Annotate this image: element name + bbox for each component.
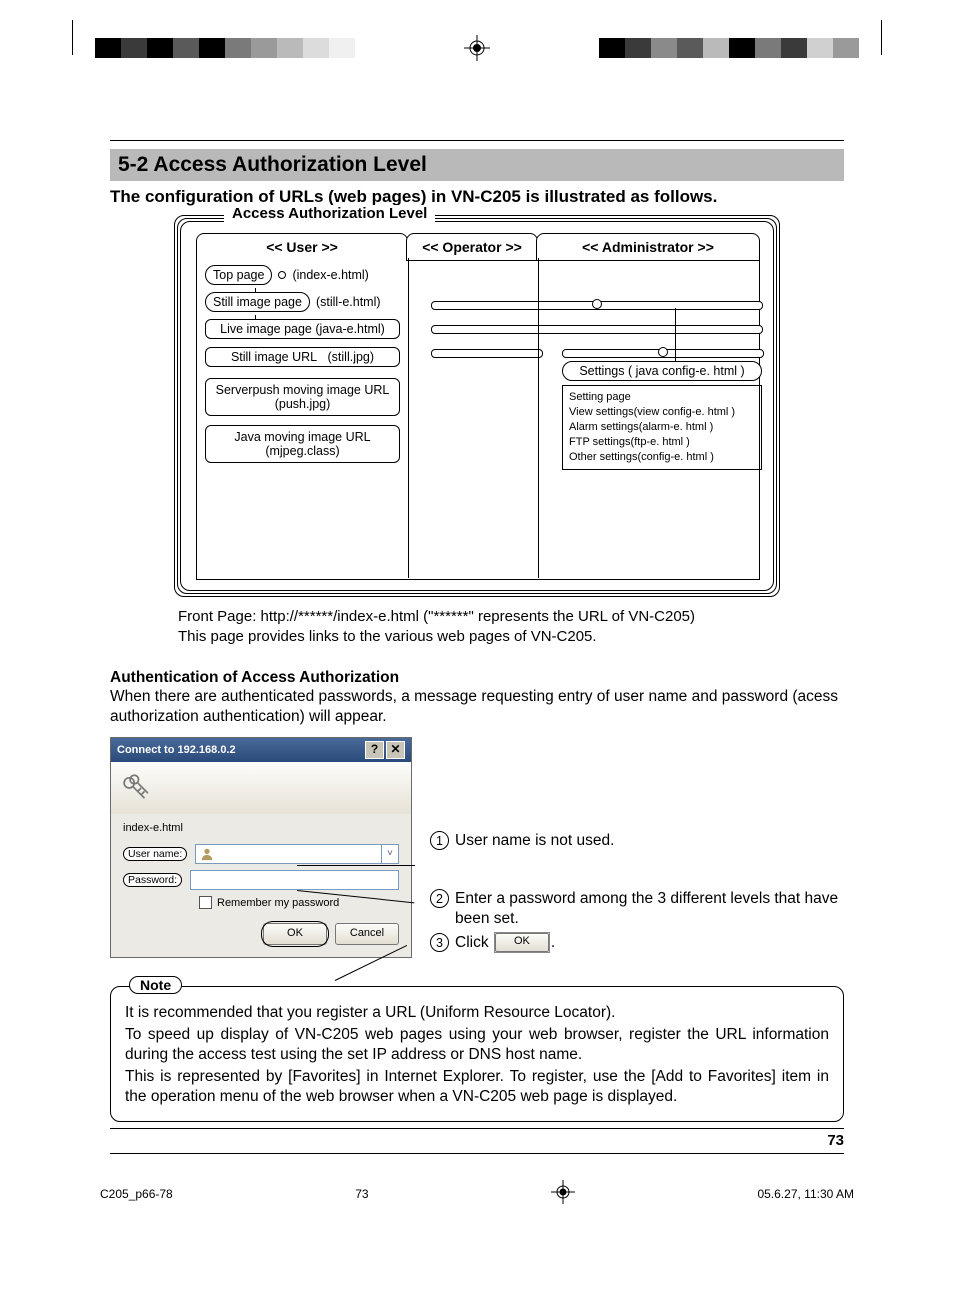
- avatar-icon: [200, 847, 214, 861]
- print-marks-top: [110, 20, 844, 60]
- tab-administrator: << Administrator >>: [536, 233, 760, 261]
- pill-still-url: Still image URL (still.jpg): [205, 347, 400, 367]
- tab-user: << User >>: [196, 233, 408, 260]
- note-paragraph: It is recommended that you register a UR…: [125, 1003, 829, 1023]
- dialog-titlebar: Connect to 192.168.0.2 ? ✕: [111, 738, 411, 762]
- auth-bar: [562, 349, 764, 358]
- label: Still image URL: [231, 350, 317, 364]
- admin-settings-list: Setting page View settings(view config-e…: [562, 385, 762, 470]
- diagram-title: Access Authorization Level: [224, 205, 435, 222]
- pill-still-page: Still image page: [205, 292, 310, 312]
- note-paragraph: This is represented by [Favorites] in In…: [125, 1067, 829, 1107]
- caption-line: Front Page: http://******/index-e.html (…: [178, 607, 844, 627]
- diagram-body: Top page (index-e.html) Still image page…: [196, 258, 760, 580]
- annotation-1: 1 User name is not used.: [430, 831, 844, 851]
- registration-mark-icon: [551, 1180, 575, 1207]
- admin-column-items: Settings ( java config-e. html ) Setting…: [562, 361, 762, 470]
- connector-line: [675, 308, 676, 361]
- tab-operator: << Operator >>: [406, 233, 538, 261]
- user-column-items: Top page (index-e.html) Still image page…: [205, 265, 400, 468]
- password-label: Password:: [123, 873, 182, 887]
- pill-settings: Settings ( java config-e. html ): [562, 361, 762, 381]
- auth-dialog: Connect to 192.168.0.2 ? ✕ index-e.html …: [110, 737, 412, 958]
- username-input[interactable]: ˅: [195, 844, 399, 864]
- trim-mark: [881, 20, 882, 55]
- list-item: Alarm settings(alarm-e. html ): [569, 420, 755, 435]
- annotation-2: 2 Enter a password among the 3 different…: [430, 889, 844, 929]
- intro-text: The configuration of URLs (web pages) in…: [110, 187, 844, 207]
- help-button[interactable]: ?: [365, 741, 384, 759]
- inline-ok-button: OK: [495, 933, 549, 952]
- url-text: (still-e.html): [316, 295, 381, 309]
- dialog-banner: [111, 762, 411, 814]
- top-rule: [110, 140, 844, 141]
- chevron-down-icon[interactable]: ˅: [381, 845, 398, 863]
- section-header: 5-2 Access Authorization Level: [110, 149, 844, 181]
- page: 5-2 Access Authorization Level The confi…: [0, 0, 954, 1247]
- front-page-caption: Front Page: http://******/index-e.html (…: [178, 607, 844, 647]
- remember-label: Remember my password: [217, 897, 339, 909]
- dialog-buttons: OK Cancel: [123, 923, 399, 945]
- annotation-text: Click OK.: [455, 933, 555, 953]
- color-bar-right: [599, 38, 859, 58]
- list-item: Other settings(config-e. html ): [569, 450, 755, 465]
- leader-line: [297, 865, 415, 866]
- dialog-realm: index-e.html: [123, 822, 399, 834]
- pill-java-url: Java moving image URL (mjpeg.class): [205, 425, 400, 463]
- annotation-text: Enter a password among the 3 different l…: [455, 889, 844, 929]
- registration-mark-icon: [464, 35, 490, 61]
- pill-live-page: Live image page (java-e.html): [205, 319, 400, 339]
- print-footer: C205_p66-78 73 05.6.27, 11:30 AM: [100, 1180, 854, 1207]
- bottom-rule: [110, 1153, 844, 1154]
- annotations: 1 User name is not used. 2 Enter a passw…: [430, 737, 844, 957]
- pill-top-page: Top page: [205, 265, 272, 285]
- pill-serverpush: Serverpush moving image URL (push.jpg): [205, 378, 400, 416]
- step-3-icon: 3: [430, 933, 449, 952]
- annotation-text: User name is not used.: [455, 831, 614, 851]
- note-box: Note It is recommended that you register…: [110, 986, 844, 1122]
- dialog-body: index-e.html User name: ˅ Password: Reme…: [111, 814, 411, 957]
- auth-bar: [431, 349, 543, 358]
- footer-left: C205_p66-78: [100, 1187, 173, 1201]
- url-text: (index-e.html): [292, 268, 368, 282]
- column-separator: [538, 258, 539, 578]
- footer-right: 05.6.27, 11:30 AM: [757, 1187, 854, 1201]
- auth-bar: [431, 301, 763, 310]
- step-1-icon: 1: [430, 831, 449, 850]
- footer-center: 73: [355, 1187, 368, 1201]
- step-2-icon: 2: [430, 889, 449, 908]
- password-input[interactable]: [190, 870, 399, 890]
- column-separator: [408, 258, 409, 578]
- text: .: [551, 934, 555, 951]
- trim-mark: [72, 20, 73, 55]
- color-bar-left: [95, 38, 355, 58]
- url-text: (still.jpg): [328, 350, 375, 364]
- ok-button[interactable]: OK: [263, 923, 327, 945]
- list-item: FTP settings(ftp-e. html ): [569, 435, 755, 450]
- page-number: 73: [110, 1128, 844, 1149]
- close-button[interactable]: ✕: [386, 741, 405, 759]
- connector-dot-icon: [278, 271, 286, 279]
- checkbox-icon[interactable]: [199, 896, 212, 909]
- cancel-button[interactable]: Cancel: [335, 923, 399, 945]
- dialog-and-annotations: Connect to 192.168.0.2 ? ✕ index-e.html …: [110, 737, 844, 958]
- access-level-diagram: Access Authorization Level << User >> <<…: [174, 215, 780, 597]
- list-item: Setting page: [569, 390, 755, 405]
- keys-icon: [119, 771, 153, 805]
- password-row: Password:: [123, 870, 399, 890]
- auth-heading: Authentication of Access Authorization: [110, 669, 844, 687]
- auth-body-text: When there are authenticated passwords, …: [110, 687, 844, 727]
- note-paragraph: To speed up display of VN-C205 web pages…: [125, 1025, 829, 1065]
- note-label: Note: [129, 976, 182, 994]
- annotation-3: 3 Click OK.: [430, 933, 844, 953]
- list-item: View settings(view config-e. html ): [569, 405, 755, 420]
- caption-line: This page provides links to the various …: [178, 627, 844, 647]
- auth-bar: [431, 325, 763, 334]
- username-row: User name: ˅: [123, 844, 399, 864]
- text: Click: [455, 934, 489, 951]
- dialog-title-text: Connect to 192.168.0.2: [117, 744, 236, 756]
- username-label: User name:: [123, 847, 187, 861]
